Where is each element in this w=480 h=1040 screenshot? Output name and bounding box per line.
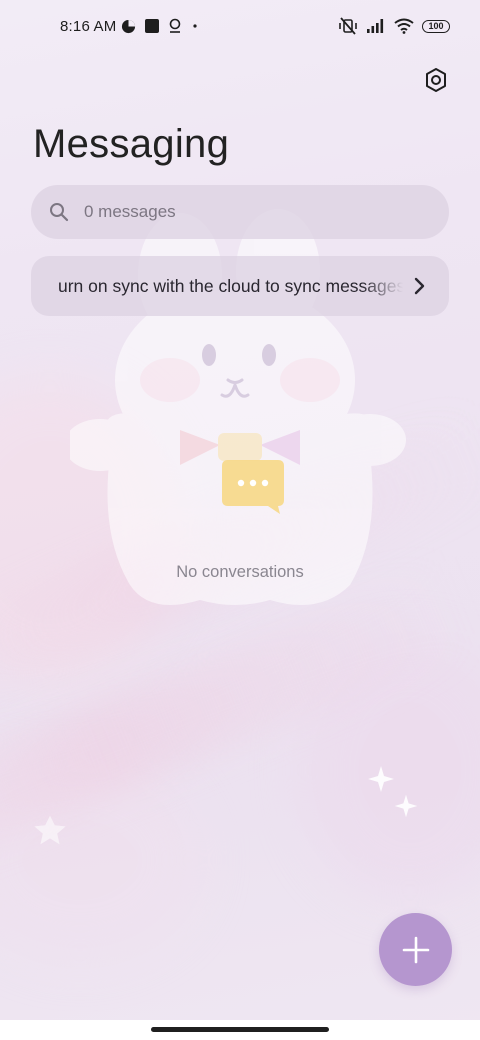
settings-icon — [426, 68, 446, 92]
signal-icon — [367, 19, 384, 33]
new-conversation-button[interactable] — [379, 913, 452, 986]
plus-icon — [402, 936, 429, 963]
vibrate-off-icon — [339, 17, 357, 35]
chevron-right-icon — [409, 276, 429, 296]
sync-banner-text: urn on sync with the cloud to sync messa… — [58, 275, 403, 296]
sync-banner[interactable]: urn on sync with the cloud to sync messa… — [31, 256, 449, 316]
square-notification-icon — [145, 19, 159, 33]
settings-button[interactable] — [420, 64, 452, 96]
page-title: Messaging — [33, 122, 230, 166]
status-time: 8:16 AM — [60, 18, 117, 35]
data-saver-icon — [121, 19, 136, 33]
empty-state-label: No conversations — [176, 563, 304, 581]
status-bar: 8:16 AM 100 — [0, 0, 480, 56]
status-left-icons — [121, 18, 200, 34]
chat-bubble-icon — [222, 460, 284, 514]
dot-icon — [193, 24, 197, 28]
sparkle-icon — [394, 794, 418, 818]
search-input[interactable] — [82, 201, 406, 223]
navigation-bar — [0, 1020, 480, 1040]
wifi-icon — [394, 18, 414, 34]
location-pin-icon — [169, 18, 181, 33]
search-bar[interactable] — [31, 185, 449, 239]
battery-icon: 100 — [422, 19, 450, 33]
sparkle-icon — [368, 766, 394, 792]
search-icon — [50, 203, 69, 222]
status-right-icons: 100 — [338, 17, 450, 35]
sparkle-icon — [34, 815, 66, 845]
home-indicator[interactable] — [151, 1027, 329, 1032]
